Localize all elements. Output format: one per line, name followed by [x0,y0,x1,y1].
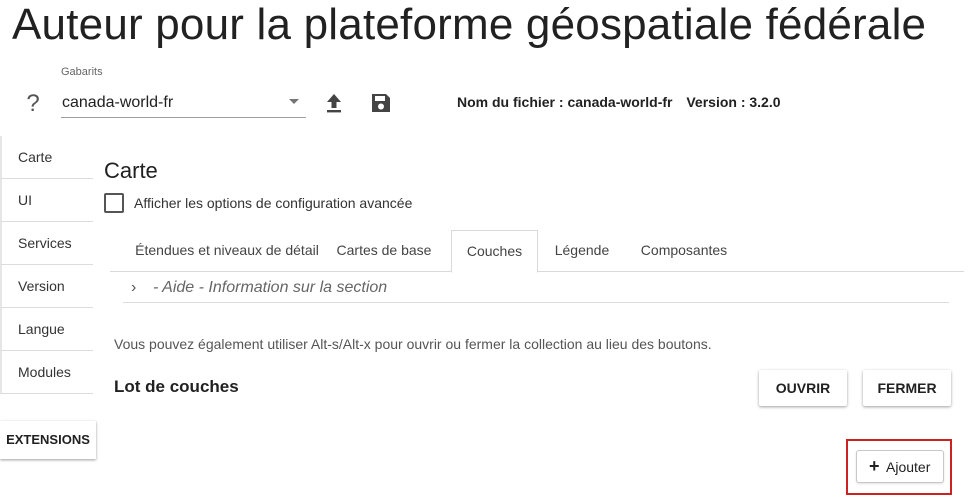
advanced-options-label[interactable]: Afficher les options de configuration av… [134,195,412,211]
close-button[interactable]: FERMER [863,370,951,406]
layer-group-title: Lot de couches [114,377,239,396]
tab-couches[interactable]: Couches [451,230,538,273]
sidebar: Carte UI Services Version Langue Modules [0,136,93,394]
add-button-label: Ajouter [886,459,931,475]
file-info: Nom du fichier : canada-world-fr Version… [457,94,781,110]
upload-icon[interactable] [324,92,344,114]
sidebar-item-services[interactable]: Services [0,222,93,265]
advanced-options-checkbox[interactable] [104,193,124,213]
template-select[interactable]: canada-world-fr [61,88,306,118]
caret-down-icon [289,99,299,104]
tab-cartes-de-base[interactable]: Cartes de base [324,230,444,272]
file-name: Nom du fichier : canada-world-fr [457,94,673,110]
sidebar-item-langue[interactable]: Langue [0,308,93,351]
tab-etendues[interactable]: Étendues et niveaux de détail [110,230,344,272]
sidebar-item-modules[interactable]: Modules [0,351,93,394]
keyboard-hint: Vous pouvez également utiliser Alt-s/Alt… [114,336,712,352]
section-title: Carte [104,158,158,183]
help-icon[interactable]: ? [24,90,42,118]
file-version: Version : 3.2.0 [686,94,781,110]
tab-bar: Étendues et niveaux de détail Cartes de … [110,230,964,273]
plus-icon: + [869,456,880,476]
tab-legende[interactable]: Légende [542,230,622,272]
help-section-toggle[interactable]: › - Aide - Information sur la section [123,276,949,303]
template-select-value: canada-world-fr [62,94,174,111]
add-button[interactable]: + Ajouter [856,450,944,483]
templates-label: Gabarits [61,66,103,78]
sidebar-item-carte[interactable]: Carte [0,136,93,179]
sidebar-item-ui[interactable]: UI [0,179,93,222]
sidebar-item-version[interactable]: Version [0,265,93,308]
page-title: Auteur pour la plateforme géospatiale fé… [12,0,927,49]
chevron-right-icon: › [131,279,137,296]
tab-composantes[interactable]: Composantes [630,230,738,272]
help-section-text: - Aide - Information sur la section [153,279,388,296]
save-icon[interactable] [370,92,392,114]
extensions-button[interactable]: EXTENSIONS [0,421,96,459]
open-button[interactable]: OUVRIR [759,370,847,406]
